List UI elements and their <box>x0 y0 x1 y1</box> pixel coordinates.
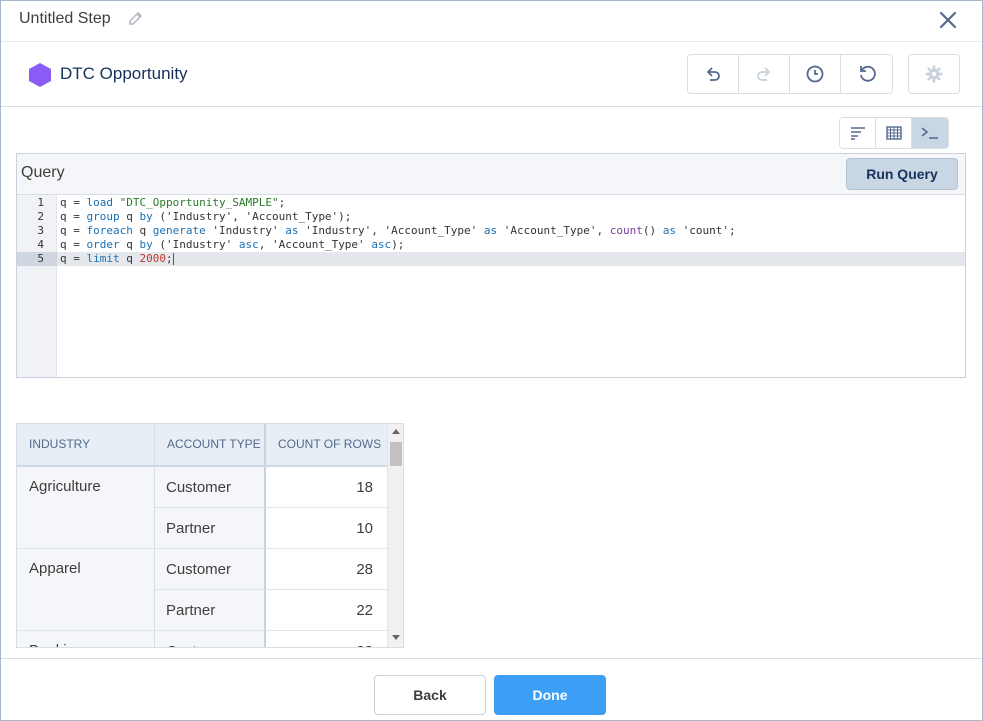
gear-icon <box>925 65 943 83</box>
query-panel: Query Run Query 1 q = load "DTC_Opportun… <box>16 153 966 378</box>
dialog-footer: Back Done <box>1 658 982 720</box>
reset-button[interactable] <box>841 55 892 93</box>
dataset-row: DTC Opportunity <box>1 42 982 107</box>
query-label: Query <box>21 164 65 181</box>
redo-button[interactable] <box>739 55 790 93</box>
scroll-up-arrow-icon[interactable] <box>392 429 400 434</box>
run-query-button[interactable]: Run Query <box>846 158 958 190</box>
undo-icon <box>706 67 720 81</box>
bar-chart-icon <box>850 127 865 140</box>
account-type-cell[interactable]: Partner <box>155 508 266 549</box>
settings-button[interactable] <box>908 54 960 94</box>
code-line-active[interactable]: 5 q = limit q 2000; <box>17 252 965 266</box>
done-button[interactable]: Done <box>494 675 606 715</box>
count-cell[interactable]: 10 <box>266 508 387 549</box>
line-number: 3 <box>37 224 44 237</box>
history-button-group <box>687 54 893 94</box>
code-line[interactable]: 2 q = group q by ('Industry', 'Account_T… <box>17 210 965 224</box>
step-title[interactable]: Untitled Step <box>19 10 111 28</box>
table-header: INDUSTRY ACCOUNT TYPE COUNT OF ROWS <box>17 424 387 467</box>
account-type-cell[interactable]: Customer <box>155 549 266 590</box>
close-icon[interactable] <box>937 9 959 31</box>
table-icon <box>885 126 902 140</box>
industry-cell[interactable]: Agriculture <box>17 467 155 549</box>
count-cell[interactable]: 22 <box>266 590 387 631</box>
pencil-icon[interactable] <box>127 10 145 28</box>
text-cursor <box>172 253 174 265</box>
table-scrollbar[interactable] <box>387 424 403 647</box>
code-line[interactable]: 4 q = order q by ('Industry' asc, 'Accou… <box>17 238 965 252</box>
query-header: Query Run Query <box>17 154 965 195</box>
account-type-cell[interactable]: Customer <box>155 631 266 647</box>
line-number: 4 <box>37 238 44 251</box>
code-line[interactable]: 3 q = foreach q generate 'Industry' as '… <box>17 224 965 238</box>
clock-icon <box>806 65 824 83</box>
reset-icon <box>859 65 876 82</box>
count-cell[interactable]: 18 <box>266 467 387 508</box>
query-view-button[interactable] <box>912 118 948 148</box>
account-type-cell[interactable]: Customer <box>155 467 266 508</box>
code-line[interactable]: 1 q = load "DTC_Opportunity_SAMPLE"; <box>17 196 965 210</box>
scrollbar-thumb[interactable] <box>390 442 402 466</box>
column-header-account-type[interactable]: ACCOUNT TYPE <box>155 424 266 465</box>
column-header-industry[interactable]: INDUSTRY <box>17 424 155 465</box>
code-text: q = order q by ('Industry' asc, 'Account… <box>60 238 405 251</box>
line-number: 5 <box>17 252 57 266</box>
industry-cell[interactable]: Apparel <box>17 549 155 631</box>
results-table: INDUSTRY ACCOUNT TYPE COUNT OF ROWS Agri… <box>16 423 404 648</box>
step-editor-dialog: Untitled Step DTC Opportunity Query Run … <box>0 0 983 721</box>
count-cell[interactable]: 28 <box>266 549 387 590</box>
code-text: q = limit q 2000; <box>60 252 174 265</box>
account-type-cell[interactable]: Partner <box>155 590 266 631</box>
terminal-icon <box>921 127 938 139</box>
undo-button[interactable] <box>688 55 739 93</box>
count-cell[interactable]: 23 <box>266 631 387 647</box>
query-editor[interactable]: 1 q = load "DTC_Opportunity_SAMPLE"; 2 q… <box>17 195 965 377</box>
code-text: q = foreach q generate 'Industry' as 'In… <box>60 224 736 237</box>
scroll-down-arrow-icon[interactable] <box>392 635 400 640</box>
line-number: 1 <box>37 196 44 209</box>
back-button[interactable]: Back <box>374 675 486 715</box>
column-header-count[interactable]: COUNT OF ROWS <box>266 424 387 465</box>
title-bar: Untitled Step <box>1 1 982 42</box>
view-toggle-group <box>839 117 949 149</box>
table-view-button[interactable] <box>876 118 912 148</box>
dataset-name: DTC Opportunity <box>60 64 188 83</box>
line-number: 2 <box>37 210 44 223</box>
code-text: q = group q by ('Industry', 'Account_Typ… <box>60 210 352 223</box>
history-button[interactable] <box>790 55 841 93</box>
industry-cell[interactable]: Banking <box>17 631 155 647</box>
redo-icon <box>757 67 771 81</box>
dataset-icon <box>29 63 51 87</box>
chart-view-button[interactable] <box>840 118 876 148</box>
code-text: q = load "DTC_Opportunity_SAMPLE"; <box>60 196 286 209</box>
